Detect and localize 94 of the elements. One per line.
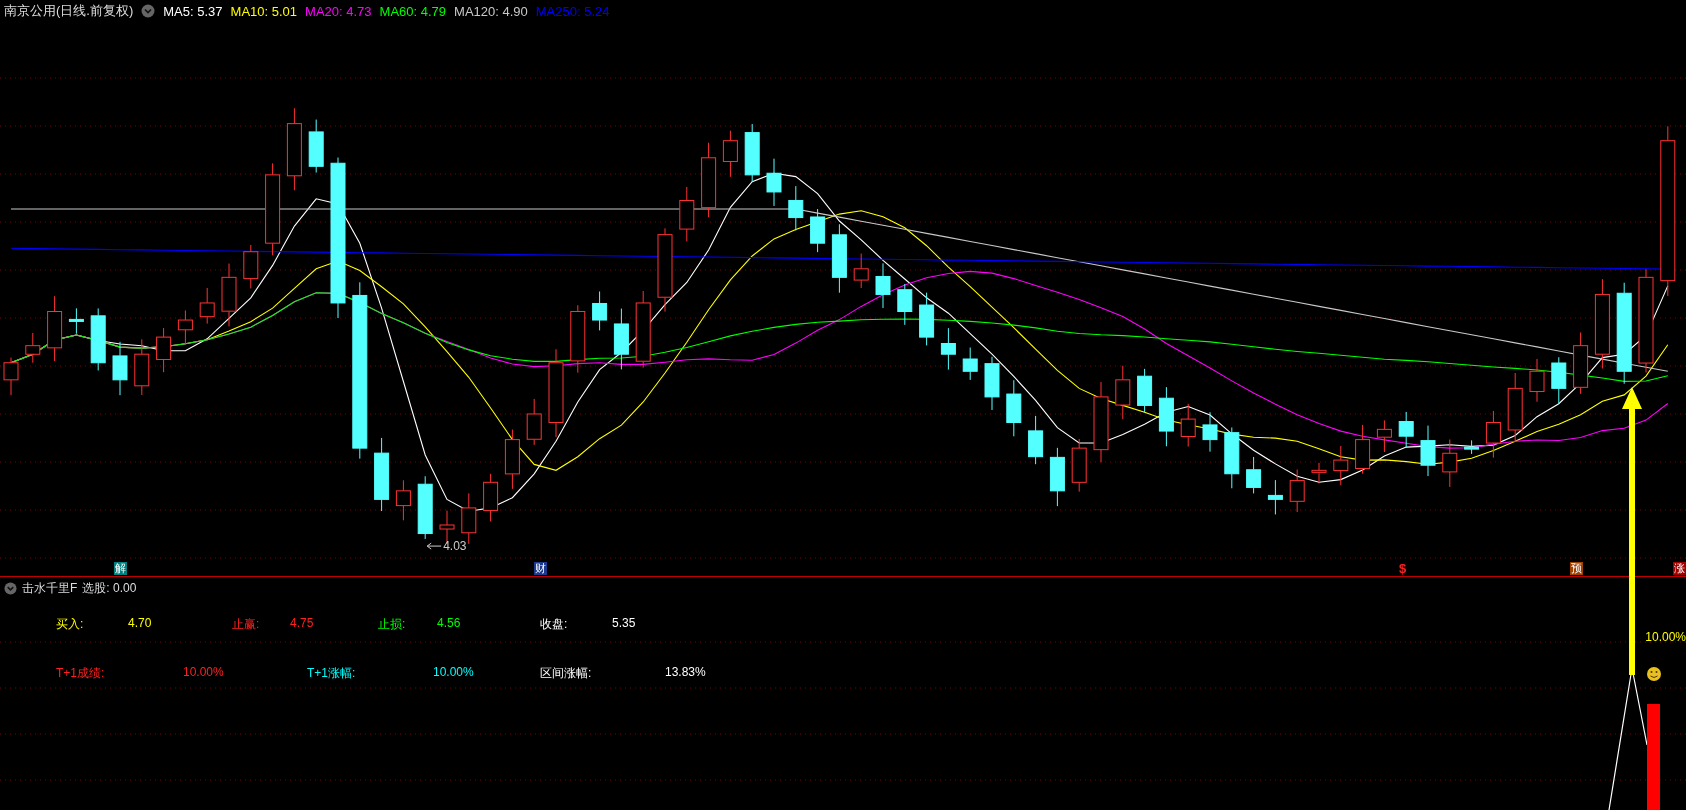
indicator-title: 击水千里F [22, 580, 78, 597]
candlestick [919, 292, 935, 346]
candlestick [47, 295, 63, 362]
candlestick [1202, 411, 1218, 453]
candlestick [592, 291, 608, 331]
candlestick [1398, 411, 1414, 448]
candlestick [1464, 439, 1480, 455]
moving-average-value: MA10: 5.01 [230, 3, 298, 19]
signal-value: 10.00% [1645, 630, 1686, 644]
stat-label: 止损: [378, 616, 406, 633]
candlestick [1224, 426, 1240, 489]
event-marker[interactable]: 涨 [1673, 562, 1686, 575]
candlestick [788, 185, 804, 231]
moving-average-value: MA60: 4.79 [379, 3, 447, 19]
moving-average-value: MA120: 4.90 [454, 3, 528, 19]
candlestick [1049, 447, 1065, 507]
stat-label: 收盘: [540, 616, 568, 633]
candlestick [1355, 424, 1371, 475]
stat-value: 4.56 [437, 616, 461, 632]
candlestick [90, 307, 106, 371]
candlestick [112, 341, 128, 396]
candlestick [744, 123, 760, 183]
stat-label: T+1成绩: [56, 665, 105, 682]
candlestick [1158, 386, 1174, 447]
event-marker[interactable]: 解 [114, 562, 127, 575]
candlestick [243, 244, 259, 289]
candlestick [1573, 332, 1589, 395]
candlestick [940, 327, 956, 371]
candlestick [1311, 462, 1327, 485]
candlestick [1420, 425, 1436, 477]
stat-label: 买入: [56, 616, 84, 633]
event-marker[interactable]: 财 [534, 562, 547, 575]
candlestick [417, 475, 433, 540]
low-price-label: 4.03 [426, 539, 467, 554]
candlestick [1289, 469, 1305, 513]
candlestick [897, 283, 913, 326]
candlestick [1529, 358, 1545, 403]
stat-value: 10.00% [433, 665, 474, 681]
candlestick [25, 332, 41, 364]
candlestick [68, 307, 84, 335]
event-marker[interactable]: $ [1398, 562, 1408, 575]
stat-value: 4.70 [128, 616, 152, 632]
stat-value: 10.00% [183, 665, 224, 681]
candlestick [3, 357, 19, 396]
moving-average-value: MA5: 5.37 [163, 3, 223, 19]
smiley-icon [1647, 667, 1661, 681]
candlestick [1333, 445, 1349, 486]
stat-label: 区间涨幅: [540, 665, 592, 682]
candlestick [831, 223, 847, 294]
moving-average-value: MA20: 4.73 [305, 3, 372, 19]
stock-title: 南京公用(日线.前复权) [4, 2, 134, 20]
event-marker[interactable]: 预 [1570, 562, 1583, 575]
collapse-icon[interactable] [141, 4, 156, 18]
candlestick [679, 186, 695, 242]
candlestick [483, 473, 499, 522]
candlestick [308, 119, 324, 173]
candlestick [1267, 479, 1283, 515]
stat-label: T+1涨幅: [307, 665, 356, 682]
candlestick [613, 308, 629, 370]
candlestick [810, 208, 826, 253]
candlestick [177, 309, 193, 345]
candlestick [1376, 419, 1392, 453]
candlestick [1507, 372, 1523, 443]
candlestick [853, 253, 869, 289]
candlestick [1180, 403, 1196, 448]
candlestick [221, 263, 237, 327]
collapse-icon[interactable] [4, 582, 17, 595]
candlestick [1442, 439, 1458, 488]
candlestick [134, 338, 150, 396]
selection-value: 选股: 0.00 [82, 580, 137, 597]
candlestick [199, 287, 215, 325]
candlestick [875, 262, 891, 309]
candlestick [504, 429, 520, 490]
moving-average-value: MA250: 5.24 [535, 3, 610, 19]
stat-value: 13.83% [665, 665, 706, 681]
candlestick [722, 130, 738, 178]
candlestick [395, 479, 411, 521]
candlestick [1006, 379, 1022, 437]
candlestick [1485, 410, 1501, 459]
candlestick [962, 347, 978, 381]
candlestick [1028, 415, 1044, 465]
candlestick [1137, 368, 1153, 413]
candlestick [766, 158, 782, 207]
candlestick [1071, 438, 1087, 493]
stat-label: 止赢: [232, 616, 260, 633]
candlestick [1551, 356, 1567, 405]
candlestick [984, 356, 1000, 411]
stat-value: 5.35 [612, 616, 636, 632]
candlestick [570, 304, 586, 374]
candlestick [526, 398, 542, 446]
candlestick [1115, 365, 1131, 420]
candlestick [1246, 456, 1262, 494]
stat-value: 4.75 [290, 616, 314, 632]
candlestick [156, 327, 172, 373]
